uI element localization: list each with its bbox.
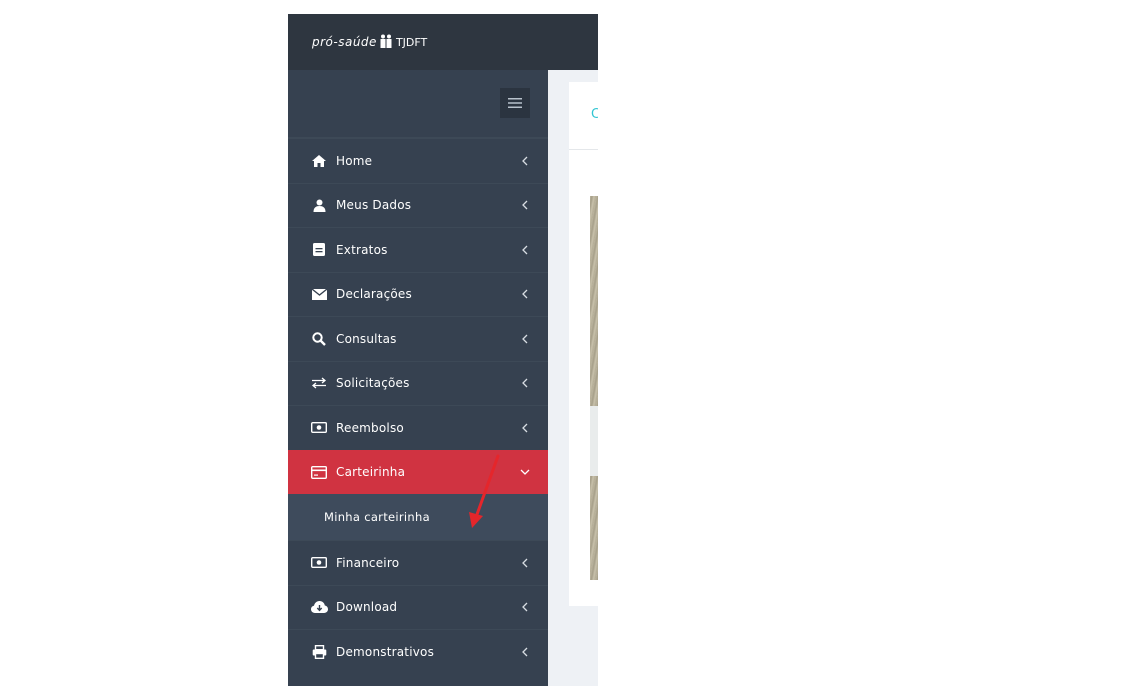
page-title: C <box>591 107 598 122</box>
sidebar-item-label: Reembolso <box>336 420 404 435</box>
card-image-highlight <box>590 406 598 476</box>
sidebar-item-carteirinha[interactable]: Carteirinha <box>288 449 548 494</box>
sidebar-item-consultas[interactable]: Consultas <box>288 316 548 361</box>
money-icon <box>310 419 328 437</box>
chevron-left-icon <box>520 156 530 166</box>
sidebar-item-label: Solicitações <box>336 376 410 391</box>
chevron-left-icon <box>520 602 530 612</box>
sidebar-toggle-row <box>288 70 548 138</box>
hamburger-icon <box>508 98 522 108</box>
submenu-item-label: Minha carteirinha <box>324 510 430 524</box>
chevron-left-icon <box>520 289 530 299</box>
sidebar-item-home[interactable]: Home <box>288 138 548 183</box>
search-icon <box>310 330 328 348</box>
chevron-left-icon <box>520 334 530 344</box>
user-icon <box>310 196 328 214</box>
sidebar-item-label: Financeiro <box>336 555 400 570</box>
home-icon <box>310 152 328 170</box>
sidebar-item-declaracoes[interactable]: Declarações <box>288 271 548 317</box>
sidebar-item-financeiro[interactable]: Financeiro <box>288 540 548 585</box>
sidebar-item-label: Declarações <box>336 287 412 302</box>
cloud-download-icon <box>310 598 328 616</box>
chevron-left-icon <box>520 423 530 433</box>
main-content: C <box>548 70 598 686</box>
sidebar-item-extratos[interactable]: Extratos <box>288 227 548 272</box>
sidebar-item-download[interactable]: Download <box>288 584 548 630</box>
sidebar-item-label: Home <box>336 153 373 168</box>
sidebar-item-label: Demonstrativos <box>336 644 435 659</box>
sidebar-item-label: Consultas <box>336 331 397 346</box>
money-icon <box>310 554 328 572</box>
brand-logo[interactable]: pró-saúde TJDFT <box>312 33 427 51</box>
sidebar-item-label: Carteirinha <box>336 465 406 480</box>
sidebar-item-label: Meus Dados <box>336 198 412 213</box>
chevron-left-icon <box>520 200 530 210</box>
app-window: pró-saúde TJDFT Home Meus Dados Extratos… <box>288 14 598 686</box>
sidebar-item-solicitacoes[interactable]: Solicitações <box>288 360 548 406</box>
panel-header: C <box>569 82 598 150</box>
card-image <box>590 196 598 580</box>
sidebar-item-meus-dados[interactable]: Meus Dados <box>288 182 548 228</box>
logo-org: TJDFT <box>395 35 428 49</box>
exchange-icon <box>310 374 328 392</box>
submenu-item-minha-carteirinha[interactable]: Minha carteirinha <box>288 494 548 540</box>
file-icon <box>310 241 328 259</box>
chevron-left-icon <box>520 558 530 568</box>
sidebar-item-label: Extratos <box>336 242 388 257</box>
sidebar-item-reembolso[interactable]: Reembolso <box>288 405 548 450</box>
menu-toggle-button[interactable] <box>500 88 530 118</box>
chevron-left-icon <box>520 647 530 657</box>
sidebar-item-demonstrativos[interactable]: Demonstrativos <box>288 629 548 674</box>
panel-body <box>569 150 598 606</box>
card-icon <box>310 463 328 481</box>
top-bar: pró-saúde TJDFT <box>288 14 598 70</box>
chevron-down-icon <box>520 467 530 477</box>
sidebar-item-label: Download <box>336 600 398 615</box>
printer-icon <box>310 643 328 661</box>
logo-figure-icon <box>379 33 393 52</box>
logo-text: pró-saúde <box>312 35 377 49</box>
envelope-icon <box>310 285 328 303</box>
sidebar: Home Meus Dados Extratos Declarações Con… <box>288 70 548 686</box>
chevron-left-icon <box>520 378 530 388</box>
chevron-left-icon <box>520 245 530 255</box>
